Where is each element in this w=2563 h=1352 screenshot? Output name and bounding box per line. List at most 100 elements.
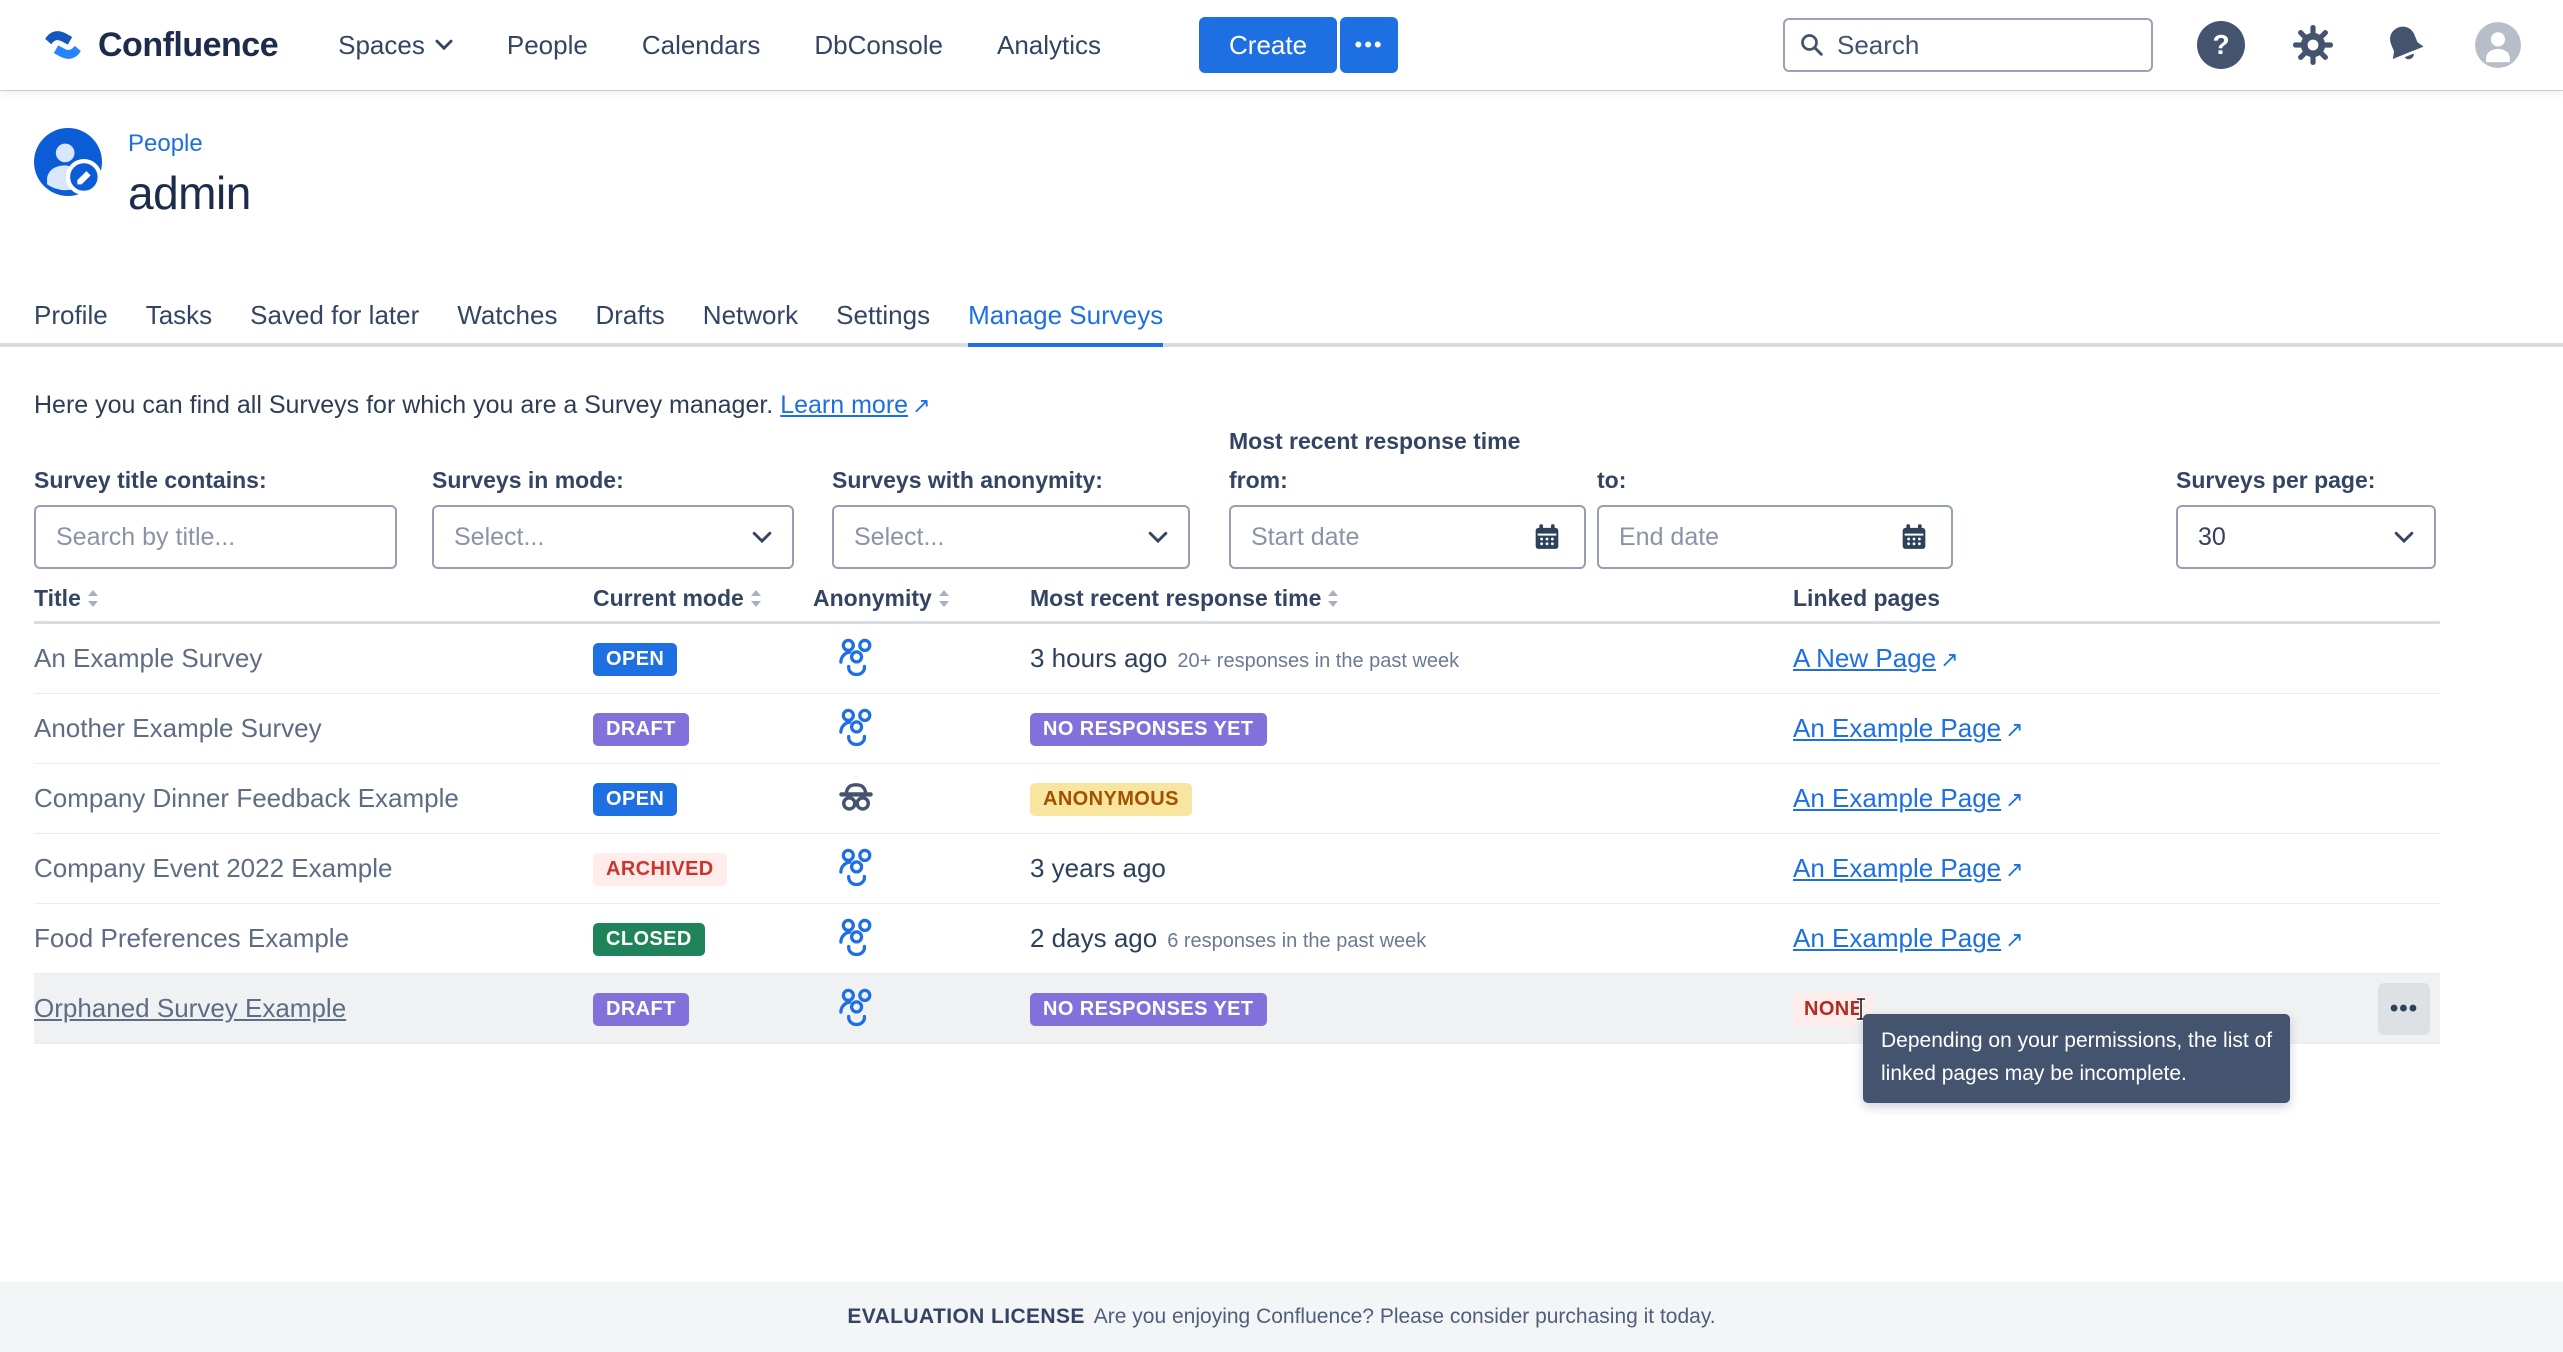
nav-item-dbconsole[interactable]: DbConsole <box>814 30 943 61</box>
linked-page-link[interactable]: An Example Page <box>1793 923 2001 953</box>
nav-item-people[interactable]: People <box>507 30 588 61</box>
mode-badge-draft: DRAFT <box>593 713 689 746</box>
anonymity-select[interactable]: Select... <box>832 505 1190 569</box>
response-time: 3 years ago <box>1030 853 1166 883</box>
column-header-anonymity[interactable]: Anonymity <box>813 585 1030 612</box>
sort-icon <box>938 590 950 607</box>
survey-title[interactable]: Food Preferences Example <box>34 923 593 954</box>
avatar-icon <box>2473 20 2523 70</box>
sort-icon <box>750 590 762 607</box>
most-recent-response-time-group-label: Most recent response time <box>1229 428 1520 455</box>
surveys-table: Title Current mode Anonymity Most recent… <box>34 585 2440 1044</box>
table-row[interactable]: An Example Survey OPEN 3 hours ago20+ re… <box>34 624 2440 694</box>
linked-page-link[interactable]: An Example Page <box>1793 713 2001 743</box>
tab-saved-for-later[interactable]: Saved for later <box>250 300 419 347</box>
search-box <box>1783 18 2153 72</box>
user-avatar-button[interactable] <box>2473 20 2523 70</box>
linked-page-link[interactable]: A New Page <box>1793 643 1936 673</box>
survey-title[interactable]: Company Dinner Feedback Example <box>34 783 593 814</box>
no-responses-badge: NO RESPONSES YET <box>1030 993 1267 1026</box>
response-note: 6 responses in the past week <box>1167 930 1426 952</box>
profile-avatar[interactable] <box>34 128 102 196</box>
bell-icon <box>2381 21 2429 69</box>
tab-watches[interactable]: Watches <box>457 300 557 347</box>
search-input[interactable] <box>1783 18 2153 72</box>
column-header-current-mode[interactable]: Current mode <box>593 585 813 612</box>
title-filter-label: Survey title contains: <box>34 467 397 494</box>
table-row[interactable]: Food Preferences Example CLOSED 2 days a… <box>34 904 2440 974</box>
tab-settings[interactable]: Settings <box>836 300 930 347</box>
top-navbar: Confluence Spaces People Calendars DbCon… <box>0 0 2563 90</box>
confluence-logo[interactable]: Confluence <box>40 22 278 68</box>
chevron-down-icon <box>1148 531 1168 544</box>
more-actions-button[interactable]: ••• <box>1340 17 1398 73</box>
from-date-label: from: <box>1229 467 1586 494</box>
column-header-title[interactable]: Title <box>34 585 593 612</box>
tab-network[interactable]: Network <box>703 300 798 347</box>
table-row[interactable]: Another Example Survey DRAFT NO RESPONSE… <box>34 694 2440 764</box>
tab-drafts[interactable]: Drafts <box>595 300 664 347</box>
column-header-most-recent-response-time[interactable]: Most recent response time <box>1030 585 1793 612</box>
table-row[interactable]: Company Dinner Feedback Example OPEN ANO… <box>34 764 2440 834</box>
chevron-down-icon <box>2394 531 2414 544</box>
people-group-icon <box>813 916 1030 962</box>
external-link-icon: ↗ <box>2005 788 2023 813</box>
external-link-icon: ↗ <box>2005 718 2023 743</box>
external-link-icon: ↗ <box>1940 648 1958 673</box>
survey-title[interactable]: Company Event 2022 Example <box>34 853 593 884</box>
incognito-icon <box>813 776 1030 822</box>
linked-page-link[interactable]: An Example Page <box>1793 783 2001 813</box>
to-date-input[interactable] <box>1619 523 1897 552</box>
mode-badge-open: OPEN <box>593 643 677 676</box>
response-note: 20+ responses in the past week <box>1177 650 1459 672</box>
mode-select[interactable]: Select... <box>432 505 794 569</box>
license-text: Are you enjoying Confluence? Please cons… <box>1094 1305 1716 1329</box>
per-page-label: Surveys per page: <box>2176 467 2436 494</box>
people-group-icon <box>813 846 1030 892</box>
survey-title[interactable]: Another Example Survey <box>34 713 593 744</box>
people-group-icon <box>813 706 1030 752</box>
intro-text: Here you can find all Surveys for which … <box>34 391 2529 420</box>
tab-tasks[interactable]: Tasks <box>146 300 212 347</box>
calendar-icon[interactable] <box>1530 520 1564 554</box>
survey-title[interactable]: An Example Survey <box>34 643 593 674</box>
mode-badge-archived: ARCHIVED <box>593 853 727 886</box>
to-date-wrapper <box>1597 505 1953 569</box>
settings-button[interactable] <box>2289 21 2337 69</box>
confluence-logo-icon <box>40 22 86 68</box>
table-row[interactable]: Company Event 2022 Example ARCHIVED 3 ye… <box>34 834 2440 904</box>
calendar-icon[interactable] <box>1897 520 1931 554</box>
learn-more-link[interactable]: Learn more <box>780 391 908 419</box>
response-time: 2 days ago <box>1030 923 1157 953</box>
sort-icon <box>1327 590 1339 607</box>
external-link-icon: ↗ <box>912 394 930 419</box>
license-label: EVALUATION LICENSE <box>847 1305 1084 1329</box>
from-date-input[interactable] <box>1251 523 1530 552</box>
page-title-username: admin <box>128 166 251 220</box>
breadcrumb-people[interactable]: People <box>128 130 251 158</box>
nav-item-analytics[interactable]: Analytics <box>997 30 1101 61</box>
people-group-icon <box>813 986 1030 1032</box>
tab-profile[interactable]: Profile <box>34 300 108 347</box>
mode-badge-draft: DRAFT <box>593 993 689 1026</box>
row-actions-button[interactable]: ••• <box>2378 983 2430 1035</box>
no-responses-badge: NO RESPONSES YET <box>1030 713 1267 746</box>
linked-page-link[interactable]: An Example Page <box>1793 853 2001 883</box>
anonymity-filter-label: Surveys with anonymity: <box>832 467 1190 494</box>
survey-title[interactable]: Orphaned Survey Example <box>34 993 593 1024</box>
main-nav: Spaces People Calendars DbConsole Analyt… <box>338 30 1101 61</box>
nav-item-calendars[interactable]: Calendars <box>642 30 761 61</box>
nav-item-spaces[interactable]: Spaces <box>338 30 453 61</box>
title-filter-input[interactable] <box>56 523 375 552</box>
help-button[interactable]: ? <box>2197 21 2245 69</box>
tab-manage-surveys[interactable]: Manage Surveys <box>968 300 1163 347</box>
external-link-icon: ↗ <box>2005 928 2023 953</box>
column-header-linked-pages: Linked pages <box>1793 585 2378 612</box>
create-button[interactable]: Create <box>1199 17 1337 73</box>
mode-badge-open: OPEN <box>593 783 677 816</box>
per-page-select[interactable]: 30 <box>2176 505 2436 569</box>
gear-icon <box>2289 21 2337 69</box>
linked-pages-tooltip: Depending on your permissions, the list … <box>1863 1014 2290 1103</box>
ellipsis-icon: ••• <box>2390 995 2418 1023</box>
notifications-button[interactable] <box>2381 21 2429 69</box>
